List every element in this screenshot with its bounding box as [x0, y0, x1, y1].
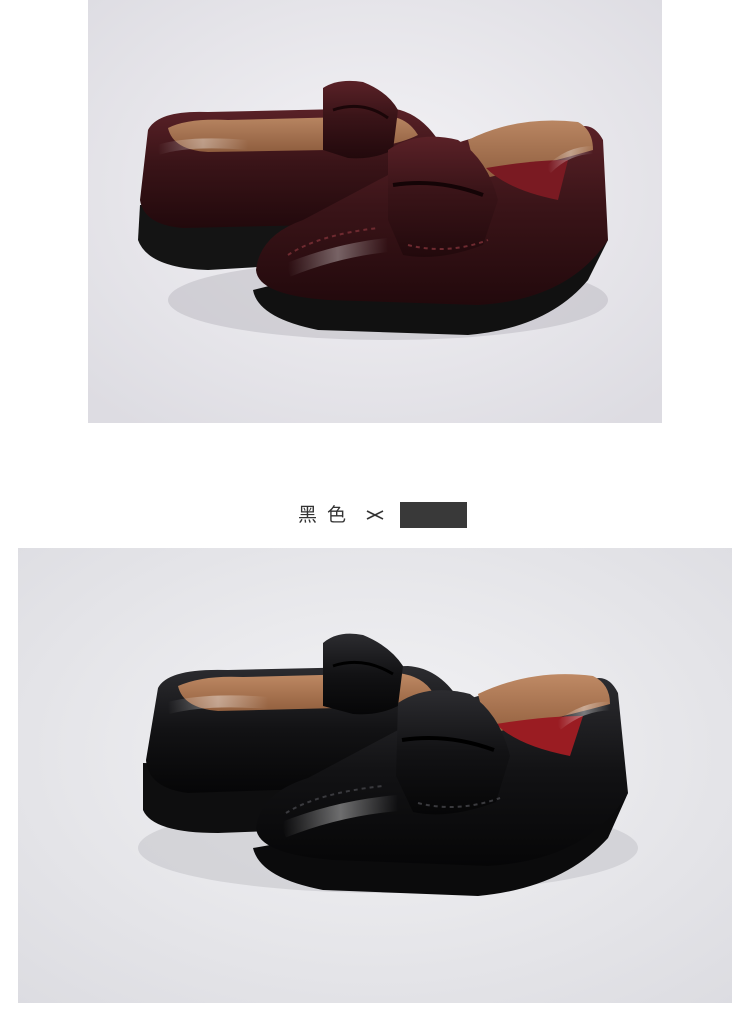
product-photo-black-loafers [18, 548, 732, 1003]
color-option-row: 黑色 [0, 500, 750, 530]
black-loafers-image [18, 548, 732, 1003]
arrow-right-icon [366, 510, 384, 520]
product-photo-brown-loafers [88, 0, 662, 423]
color-option-label: 黑色 [298, 504, 357, 526]
brown-loafers-image [88, 0, 662, 423]
color-swatch [400, 502, 467, 528]
